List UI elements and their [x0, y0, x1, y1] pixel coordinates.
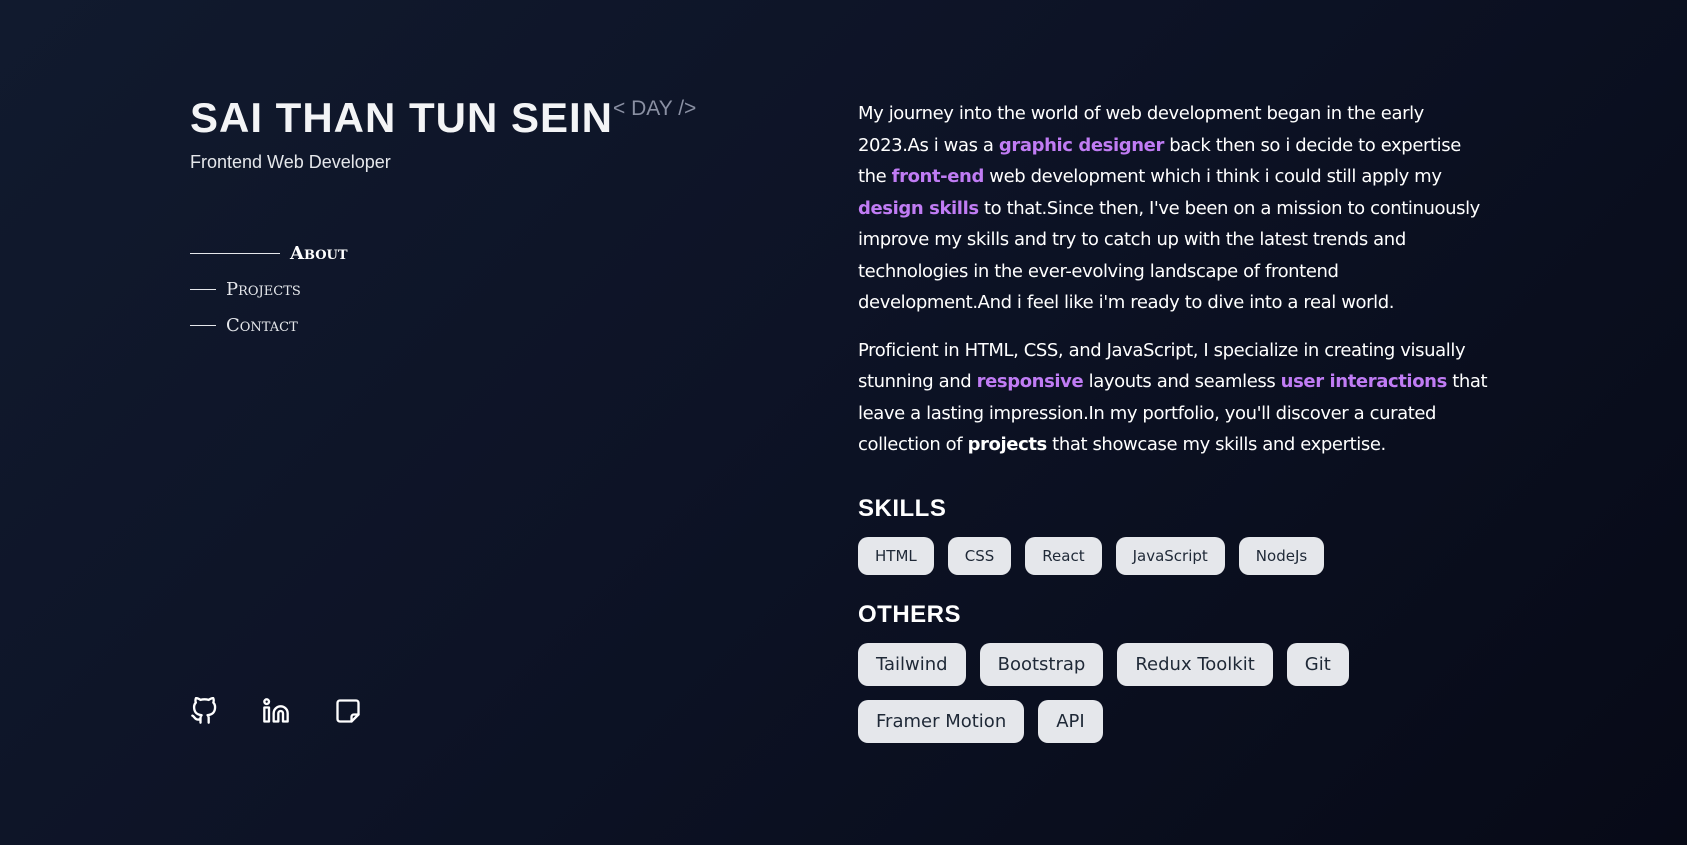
text: web development which i think i could st…	[983, 166, 1442, 187]
nav-indicator-line	[190, 324, 216, 326]
nav-indicator-line	[190, 252, 280, 254]
section-nav: About Projects Contact	[190, 235, 750, 343]
text: layouts and seamless	[1083, 371, 1281, 392]
others-heading: OTHERS	[858, 600, 962, 628]
others-list: Tailwind Bootstrap Redux Toolkit Git Fra…	[858, 642, 1378, 743]
highlight-graphic-designer: graphic designer	[998, 134, 1164, 156]
linkedin-icon[interactable]	[262, 697, 290, 725]
highlight-design-skills: design skills	[858, 197, 979, 219]
about-paragraph-2: Proficient in HTML, CSS, and JavaScript,…	[858, 335, 1488, 461]
role-subtitle: Frontend Web Developer	[190, 152, 391, 172]
text: that showcase my skills and expertise.	[1046, 434, 1386, 455]
social-links	[190, 696, 362, 725]
intro-panel: SAI THAN TUN SEIN < DAY /> Frontend Web …	[190, 88, 750, 343]
nav-indicator-line	[190, 288, 216, 290]
skills-list: HTML CSS React JavaScript NodeJs	[858, 536, 1378, 575]
skills-heading: SKILLS	[858, 494, 947, 522]
skill-chip: JavaScript	[1115, 536, 1225, 575]
highlight-user-interactions: user interactions	[1280, 371, 1448, 392]
tool-chip: Framer Motion	[858, 699, 1025, 743]
name-row: SAI THAN TUN SEIN < DAY />	[190, 88, 750, 148]
about-paragraph-1: My journey into the world of web develop…	[858, 98, 1488, 319]
skill-chip: NodeJs	[1238, 536, 1325, 575]
nav-item-label: About	[290, 242, 348, 264]
page-title: SAI THAN TUN SEIN	[190, 94, 614, 141]
skill-chip: CSS	[947, 536, 1012, 575]
nav-item-label: Contact	[226, 314, 298, 336]
tool-chip: Redux Toolkit	[1117, 642, 1273, 686]
tool-chip: API	[1038, 699, 1103, 743]
skill-chip: HTML	[858, 536, 934, 575]
skill-chip: React	[1025, 536, 1102, 575]
tool-chip: Git	[1286, 642, 1349, 686]
highlight-responsive: responsive	[976, 371, 1084, 392]
github-icon[interactable]	[190, 696, 218, 725]
about-section: My journey into the world of web develop…	[858, 98, 1488, 743]
highlight-projects: projects	[967, 434, 1048, 455]
nav-item-contact[interactable]: Contact	[190, 307, 750, 343]
theme-toggle[interactable]: < DAY />	[613, 97, 696, 121]
nav-item-about[interactable]: About	[190, 235, 750, 271]
nav-item-label: Projects	[226, 278, 301, 300]
nav-item-projects[interactable]: Projects	[190, 271, 750, 307]
highlight-front-end: front-end	[891, 166, 985, 187]
tool-chip: Tailwind	[858, 642, 966, 686]
tool-chip: Bootstrap	[979, 642, 1104, 686]
resume-icon[interactable]	[334, 697, 362, 725]
